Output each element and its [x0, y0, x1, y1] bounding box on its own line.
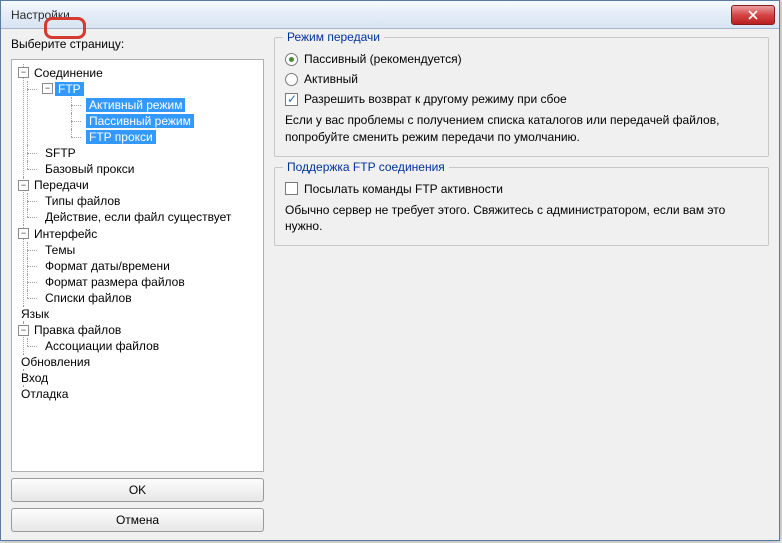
tree-node-active-mode[interactable]: Активный режим	[42, 97, 261, 113]
radio-passive[interactable]	[285, 53, 298, 66]
check-fallback-row[interactable]: Разрешить возврат к другому режиму при с…	[285, 90, 758, 108]
tree-node-updates[interactable]: Обновления	[14, 354, 261, 370]
right-pane: Режим передачи Пассивный (рекомендуется)…	[274, 37, 769, 532]
select-page-label: Выберите страницу:	[11, 37, 264, 51]
tree-node-passive-mode[interactable]: Пассивный режим	[42, 113, 261, 129]
collapse-icon[interactable]: −	[42, 83, 53, 94]
tree-node-sftp[interactable]: SFTP	[18, 145, 261, 161]
transfer-mode-hint: Если у вас проблемы с получением списка …	[285, 112, 758, 146]
collapse-icon[interactable]: −	[18, 228, 29, 239]
radio-passive-label: Пассивный (рекомендуется)	[304, 52, 462, 66]
check-keepalive-label: Посылать команды FTP активности	[304, 182, 503, 196]
tree-node-base-proxy[interactable]: Базовый прокси	[18, 161, 261, 177]
tree-node-file-assoc[interactable]: Ассоциации файлов	[18, 338, 261, 354]
settings-dialog: Настройки Выберите страницу: −Соединение…	[0, 0, 780, 541]
titlebar[interactable]: Настройки	[1, 1, 779, 29]
check-fallback[interactable]	[285, 93, 298, 106]
ok-button[interactable]: OK	[11, 478, 264, 502]
radio-active[interactable]	[285, 73, 298, 86]
tree-node-size-format[interactable]: Формат размера файлов	[18, 274, 261, 290]
tree-node-themes[interactable]: Темы	[18, 242, 261, 258]
group-keepalive: Поддержка FTP соединения Посылать команд…	[274, 167, 769, 247]
tree-node-file-edit[interactable]: −Правка файлов Ассоциации файлов	[14, 322, 261, 355]
tree-node-interface[interactable]: −Интерфейс Темы Формат даты/времени Форм…	[14, 225, 261, 306]
tree-node-language[interactable]: Язык	[14, 306, 261, 322]
radio-active-label: Активный	[304, 72, 358, 86]
group-transfer-mode: Режим передачи Пассивный (рекомендуется)…	[274, 37, 769, 157]
tree-node-ftp-proxy[interactable]: FTP прокси	[42, 129, 261, 145]
radio-active-row[interactable]: Активный	[285, 70, 758, 88]
dialog-body: Выберите страницу: −Соединение −FTP Акти…	[1, 29, 779, 540]
tree-node-ftp[interactable]: −FTP Активный режим Пассивный режим FTP …	[18, 81, 261, 145]
left-pane: Выберите страницу: −Соединение −FTP Акти…	[11, 37, 264, 532]
radio-passive-row[interactable]: Пассивный (рекомендуется)	[285, 50, 758, 68]
close-icon	[748, 10, 758, 20]
tree-node-date-format[interactable]: Формат даты/времени	[18, 258, 261, 274]
collapse-icon[interactable]: −	[18, 325, 29, 336]
collapse-icon[interactable]: −	[18, 67, 29, 78]
cancel-button[interactable]: Отмена	[11, 508, 264, 532]
tree-node-file-exists[interactable]: Действие, если файл существует	[18, 209, 261, 225]
keepalive-hint: Обычно сервер не требует этого. Свяжитес…	[285, 202, 758, 236]
group-title-keepalive: Поддержка FTP соединения	[283, 160, 449, 174]
close-button[interactable]	[731, 5, 775, 25]
check-keepalive-row[interactable]: Посылать команды FTP активности	[285, 180, 758, 198]
tree-node-transfers[interactable]: −Передачи Типы файлов Действие, если фай…	[14, 177, 261, 226]
check-fallback-label: Разрешить возврат к другому режиму при с…	[304, 92, 567, 106]
settings-tree[interactable]: −Соединение −FTP Активный режим Пассивны…	[11, 59, 264, 472]
tree-node-file-lists[interactable]: Списки файлов	[18, 290, 261, 306]
group-title-transfer-mode: Режим передачи	[283, 30, 384, 44]
window-title: Настройки	[11, 8, 731, 22]
collapse-icon[interactable]: −	[18, 180, 29, 191]
tree-node-connection[interactable]: −Соединение −FTP Активный режим Пассивны…	[14, 64, 261, 177]
tree-node-file-types[interactable]: Типы файлов	[18, 193, 261, 209]
tree-node-login[interactable]: Вход	[14, 370, 261, 386]
tree-node-debug[interactable]: Отладка	[14, 386, 261, 402]
check-keepalive[interactable]	[285, 182, 298, 195]
